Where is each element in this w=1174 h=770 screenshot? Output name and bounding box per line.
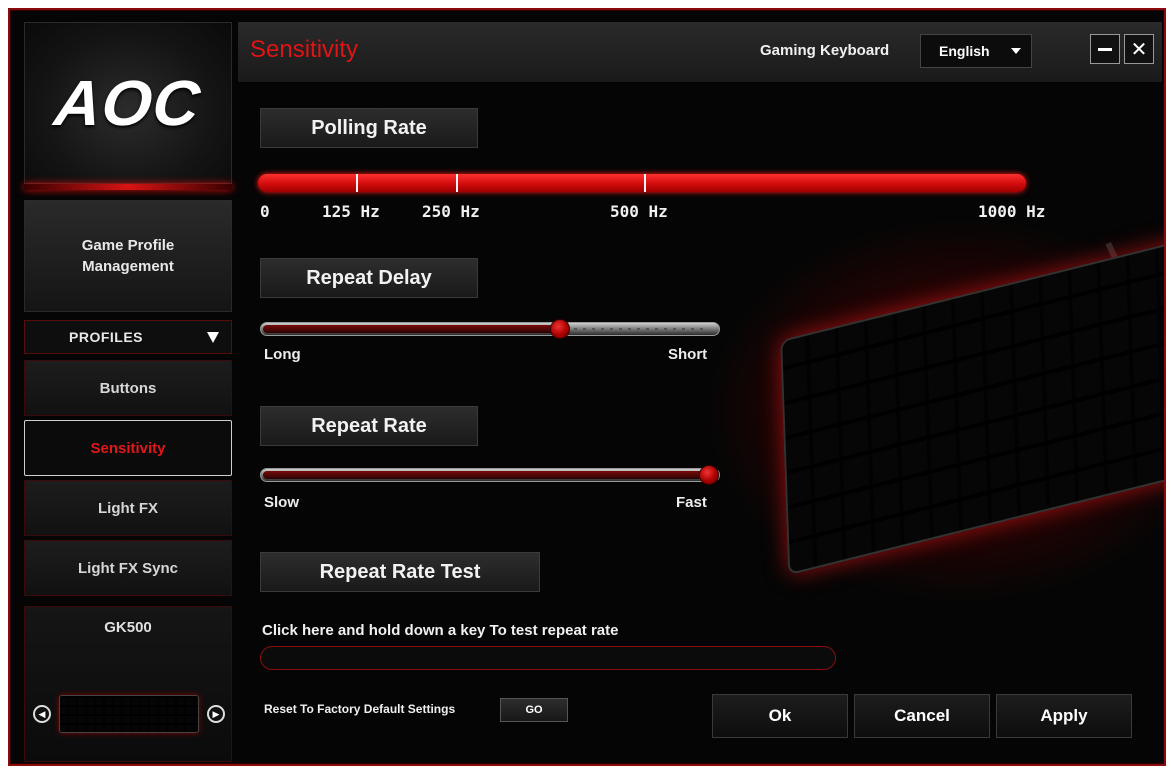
sidebar-item-light-fx[interactable]: Light FX (24, 480, 232, 536)
repeat-delay-button[interactable]: Repeat Delay (260, 258, 478, 298)
device-type-label: Gaming Keyboard (760, 42, 890, 59)
triangle-down-icon (207, 331, 219, 343)
apply-label: Apply (1040, 706, 1088, 725)
reset-factory-label: Reset To Factory Default Settings (264, 702, 456, 716)
game-profile-management-button[interactable]: Game Profile Management (24, 200, 232, 312)
arrow-right-icon[interactable]: ▶ (207, 705, 225, 723)
sidebar-item-label: Light FX Sync (77, 559, 178, 577)
device-panel: GK500 ◀ ▶ (24, 606, 232, 762)
app-window: AOC Game Profile Management PROFILES But… (8, 8, 1166, 766)
repeat-rate-fill (263, 471, 709, 479)
sidebar-item-sensitivity[interactable]: Sensitivity (24, 420, 232, 476)
repeat-delay-label: Repeat Delay (306, 266, 432, 289)
aoc-logo: AOC (51, 67, 205, 139)
polling-tick-250 (456, 174, 458, 192)
polling-label-1000: 1000 Hz (978, 202, 1046, 221)
header-bar: Sensitivity Gaming Keyboard English ✕ (238, 22, 1162, 82)
repeat-delay-slider[interactable] (260, 319, 720, 339)
profiles-label: PROFILES (69, 329, 144, 345)
polling-label-500: 500 Hz (610, 202, 668, 221)
polling-tick-500 (644, 174, 646, 192)
keyboard-thumbnail (59, 695, 199, 733)
chevron-down-icon (1011, 48, 1021, 54)
profiles-dropdown[interactable]: PROFILES (24, 320, 232, 354)
repeat-rate-label: Repeat Rate (311, 414, 427, 437)
polling-label-125: 125 Hz (322, 202, 380, 221)
polling-label-250: 250 Hz (422, 202, 480, 221)
repeat-delay-track-dots (574, 328, 707, 330)
device-name: GK500 (104, 619, 152, 636)
language-select[interactable]: English (920, 34, 1032, 68)
repeat-rate-test-input[interactable] (260, 646, 836, 670)
repeat-delay-thumb[interactable] (550, 319, 570, 339)
sidebar-item-label: Light FX (98, 499, 158, 517)
repeat-delay-min-label: Long (264, 346, 301, 363)
cancel-label: Cancel (894, 706, 950, 725)
repeat-rate-min-label: Slow (264, 494, 300, 511)
game-profile-management-label: Game Profile Management (81, 237, 175, 275)
page-title: Sensitivity (250, 36, 359, 63)
repeat-rate-thumb[interactable] (699, 465, 719, 485)
ok-label: Ok (768, 706, 792, 725)
repeat-rate-max-label: Fast (676, 494, 707, 511)
sidebar-item-buttons[interactable]: Buttons (24, 360, 232, 416)
sidebar: AOC Game Profile Management PROFILES But… (24, 22, 232, 762)
repeat-delay-max-label: Short (668, 346, 708, 363)
polling-rate-label: Polling Rate (311, 116, 427, 139)
logo-divider (24, 184, 232, 190)
cancel-button[interactable]: Cancel (854, 694, 990, 738)
close-button[interactable]: ✕ (1124, 34, 1154, 64)
repeat-rate-test-caption: Click here and hold down a key To test r… (262, 622, 619, 639)
repeat-rate-slider[interactable] (260, 465, 720, 485)
sidebar-item-label: Sensitivity (90, 439, 166, 457)
apply-button[interactable]: Apply (996, 694, 1132, 738)
ok-button[interactable]: Ok (712, 694, 848, 738)
go-label: GO (525, 704, 543, 716)
sidebar-item-label: Buttons (99, 379, 157, 397)
repeat-rate-button[interactable]: Repeat Rate (260, 406, 478, 446)
sidebar-item-light-fx-sync[interactable]: Light FX Sync (24, 540, 232, 596)
reset-go-button[interactable]: GO (500, 698, 568, 722)
repeat-delay-fill (263, 325, 560, 333)
minimize-button[interactable] (1090, 34, 1120, 64)
polling-rate-button[interactable]: Polling Rate (260, 108, 478, 148)
close-icon: ✕ (1130, 38, 1148, 61)
polling-label-0: 0 (260, 202, 270, 221)
repeat-rate-test-label: Repeat Rate Test (319, 560, 481, 583)
logo-panel: AOC (24, 22, 232, 184)
arrow-left-icon[interactable]: ◀ (33, 705, 51, 723)
polling-tick-125 (356, 174, 358, 192)
language-value: English (939, 43, 990, 59)
polling-rate-bar[interactable] (258, 174, 1026, 192)
repeat-rate-test-button[interactable]: Repeat Rate Test (260, 552, 540, 592)
minimize-icon (1098, 47, 1112, 51)
